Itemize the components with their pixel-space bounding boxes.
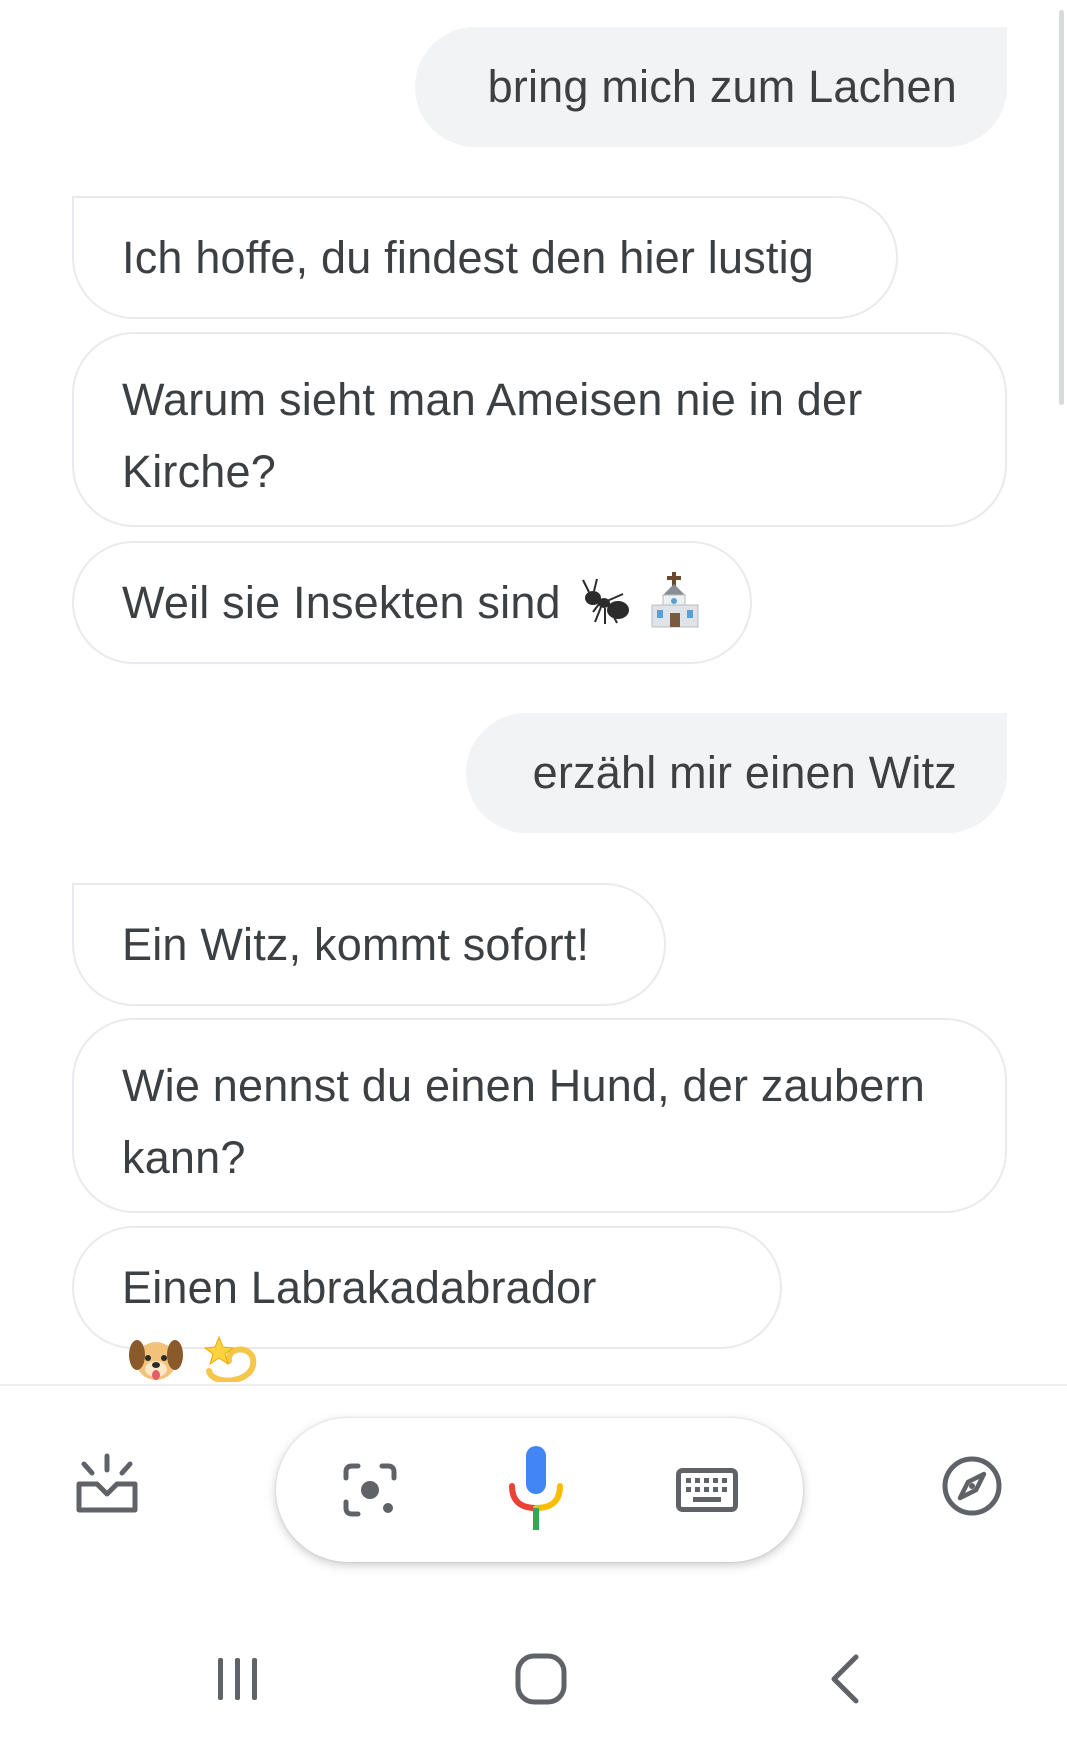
assistant-message: Ich hoffe, du findest den hier lustig	[72, 196, 898, 319]
message-text: Wie nennst du einen Hund, der zaubern ka…	[122, 1060, 925, 1183]
keyboard-icon[interactable]	[676, 1468, 738, 1512]
assistant-bottom-bar	[0, 1386, 1067, 1746]
dizzy-emoji	[203, 1335, 256, 1382]
conversation: bring mich zum Lachen Ich hoffe, du find…	[0, 0, 1067, 1382]
user-message: bring mich zum Lachen	[415, 27, 1007, 147]
input-pill	[276, 1418, 803, 1562]
assistant-message: Wie nennst du einen Hund, der zaubern ka…	[72, 1018, 1007, 1213]
message-text: Ich hoffe, du findest den hier lustig	[122, 232, 815, 283]
snapshot-icon[interactable]	[72, 1452, 142, 1518]
user-message: erzähl mir einen Witz	[466, 713, 1007, 833]
back-icon[interactable]	[824, 1652, 864, 1706]
assistant-message: Warum sieht man Ameisen nie in der Kirch…	[72, 332, 1007, 527]
dog-face-emoji	[129, 1340, 183, 1380]
message-text: Warum sieht man Ameisen nie in der Kirch…	[122, 374, 863, 497]
recent-apps-icon[interactable]	[214, 1654, 262, 1704]
message-text: Weil sie Insekten sind	[122, 577, 561, 628]
church-emoji	[651, 572, 699, 628]
message-text: Ein Witz, kommt sofort!	[122, 919, 590, 970]
microphone-icon[interactable]	[504, 1446, 568, 1534]
ant-emoji	[582, 578, 630, 624]
home-icon[interactable]	[514, 1652, 568, 1706]
lens-icon[interactable]	[342, 1462, 398, 1518]
assistant-message: Ein Witz, kommt sofort!	[72, 883, 666, 1006]
assistant-message: Einen Labrakadabrador	[72, 1226, 782, 1382]
message-text: Einen Labrakadabrador	[122, 1262, 597, 1313]
assistant-message: Weil sie Insekten sind	[72, 541, 752, 664]
message-text: erzähl mir einen Witz	[532, 747, 957, 798]
message-text: bring mich zum Lachen	[487, 61, 957, 112]
compass-icon[interactable]	[940, 1454, 1004, 1518]
